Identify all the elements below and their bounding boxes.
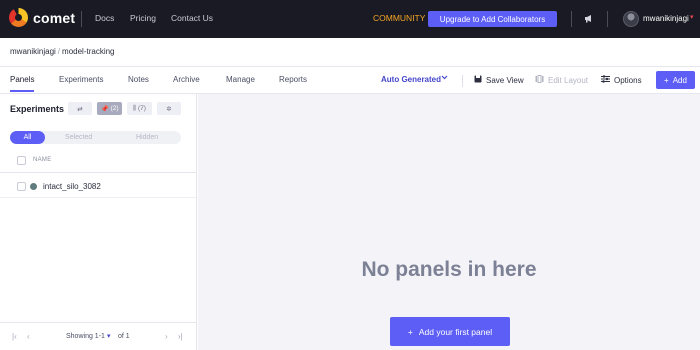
nav-divider — [81, 11, 82, 27]
top-navigation-bar: comet Docs Pricing Contact Us COMMUNITY … — [0, 0, 700, 38]
pagination-total: of 1 — [118, 333, 130, 340]
user-avatar[interactable] — [623, 11, 639, 27]
nav-link-contact-us[interactable]: Contact Us — [171, 13, 213, 23]
username[interactable]: mwanikinjagi — [643, 14, 689, 23]
nav-link-community[interactable]: COMMUNITY — [373, 13, 425, 23]
last-page-icon[interactable]: ›| — [178, 332, 183, 341]
tab-manage[interactable]: Manage — [226, 75, 255, 84]
plus-icon: + — [664, 75, 669, 85]
swap-experiments-button[interactable]: ⇄ — [68, 102, 92, 115]
tab-notes[interactable]: Notes — [128, 75, 149, 84]
filter-selected[interactable]: Selected — [65, 134, 92, 141]
gear-icon: ✲ — [166, 105, 172, 113]
options-label: Options — [614, 75, 642, 85]
view-selector[interactable]: Auto Generated — [381, 75, 441, 84]
layout-icon — [535, 75, 544, 85]
select-all-checkbox[interactable] — [17, 156, 26, 165]
project-tabs-bar: Panels Experiments Notes Archive Manage … — [0, 67, 700, 93]
columns-icon: ⫼ — [133, 104, 137, 112]
tab-reports[interactable]: Reports — [279, 75, 307, 84]
previous-page-icon[interactable]: ‹ — [27, 332, 30, 341]
columns-button[interactable]: ⫼ (7) — [127, 102, 152, 115]
column-header-name[interactable]: NAME — [33, 157, 52, 163]
sliders-icon — [601, 75, 610, 85]
next-page-icon[interactable]: › — [165, 332, 168, 341]
filter-all[interactable]: All — [10, 131, 45, 144]
empty-state-title: No panels in here — [361, 258, 537, 281]
experiment-name[interactable]: intact_silo_3082 — [43, 182, 101, 191]
divider — [0, 322, 196, 323]
experiments-sidebar: Experiments ⇄ 📌 (2) ⫼ (7) ✲ All Selected H… — [0, 94, 197, 350]
pin-icon: 📌 — [100, 105, 109, 113]
experiments-panel-title: Experiments — [10, 104, 65, 114]
filter-hidden[interactable]: Hidden — [136, 134, 158, 141]
options-button[interactable]: Options — [601, 75, 642, 85]
panels-canvas: No panels in here + Add your first panel — [198, 94, 700, 350]
add-label: Add — [672, 75, 687, 85]
nav-divider — [607, 11, 608, 27]
breadcrumb-separator: / — [57, 47, 61, 56]
active-tab-indicator — [10, 90, 34, 92]
divider — [0, 197, 196, 198]
toolbar-divider — [462, 75, 463, 87]
user-menu-chevron-down-icon[interactable]: ▾ — [690, 13, 694, 21]
save-view-button[interactable]: Save View — [474, 75, 524, 85]
plus-icon: + — [407, 326, 413, 337]
column-count: (7) — [138, 105, 146, 112]
page-size-chevron-down-icon[interactable]: ▾ — [107, 332, 111, 340]
pinned-experiments-button[interactable]: 📌 (2) — [97, 102, 122, 115]
tab-archive[interactable]: Archive — [173, 75, 200, 84]
first-page-icon[interactable]: |‹ — [12, 332, 17, 341]
add-button[interactable]: + Add — [656, 71, 695, 89]
tab-experiments[interactable]: Experiments — [59, 75, 103, 84]
upgrade-button[interactable]: Upgrade to Add Collaborators — [428, 11, 557, 27]
nav-link-docs[interactable]: Docs — [95, 13, 114, 23]
breadcrumb-workspace[interactable]: mwanikinjagi — [10, 47, 56, 56]
breadcrumb-project[interactable]: model-tracking — [62, 47, 114, 56]
app-name: comet — [33, 9, 76, 26]
settings-button[interactable]: ✲ — [157, 102, 181, 115]
pinned-count: (2) — [110, 105, 119, 112]
experiment-status-dot — [30, 183, 37, 190]
add-first-panel-button[interactable]: + Add your first panel — [390, 317, 510, 346]
experiment-row-checkbox[interactable] — [17, 182, 26, 191]
edit-layout-label: Edit Layout — [548, 75, 589, 85]
nav-divider — [571, 11, 572, 27]
view-selector-chevron-down-icon[interactable] — [441, 74, 448, 83]
experiment-filter-toggle: All Selected Hidden — [10, 131, 181, 144]
divider — [0, 172, 196, 173]
comet-logo[interactable]: comet — [9, 8, 75, 27]
tab-panels[interactable]: Panels — [10, 75, 34, 84]
pagination-showing: Showing 1-1 — [66, 333, 105, 340]
announcements-megaphone-icon[interactable] — [584, 14, 594, 25]
swap-arrows-icon: ⇄ — [77, 105, 83, 113]
edit-layout-button[interactable]: Edit Layout — [535, 75, 588, 85]
add-first-panel-label: Add your first panel — [418, 326, 493, 337]
breadcrumb: mwanikinjagi / model-tracking — [10, 47, 115, 56]
comet-logo-icon — [9, 8, 28, 27]
save-view-label: Save View — [486, 75, 524, 85]
nav-link-pricing[interactable]: Pricing — [130, 13, 156, 23]
save-icon — [474, 75, 482, 85]
